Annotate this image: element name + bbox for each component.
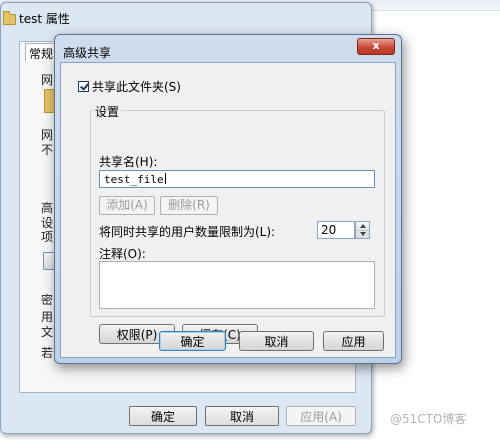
obscured-text: 文 [41,325,54,339]
watermark: @51CTO博客 [390,412,467,426]
apply-button[interactable]: 应用 [323,331,384,351]
add-button[interactable]: 添加(A) [99,196,155,215]
settings-group-label: 设置 [93,103,122,120]
comment-label: 注释(O): [99,247,146,261]
advanced-sharing-dialog: 高级共享 x 共享此文件夹(S) 设置 共享名(H): test_file 添加… [54,34,402,364]
remove-button[interactable]: 删除(R) [160,196,218,215]
spinner-divider [356,230,369,231]
arrow-down-icon[interactable] [360,232,366,236]
user-limit-input[interactable]: 20 [317,221,355,239]
window-title: test 属性 [19,12,70,26]
share-folder-label: 共享此文件夹(S) [92,80,181,94]
text-caret [164,173,166,184]
share-folder-checkbox-row[interactable]: 共享此文件夹(S) [78,78,181,95]
ok-button[interactable]: 确定 [159,331,226,351]
obscured-text: 网 [41,73,54,87]
ok-button[interactable]: 确定 [129,406,197,426]
comment-textarea[interactable] [99,261,375,309]
obscured-text: 若 [41,346,54,360]
close-icon: x [372,39,380,52]
dialog-body: 共享此文件夹(S) 设置 共享名(H): test_file 添加(A) 删除(… [60,62,396,358]
apply-button[interactable]: 应用(A) [286,406,356,426]
obscured-text: 密 [41,293,54,307]
close-button[interactable]: x [357,38,395,55]
share-name-value: test_file [104,173,164,186]
obscured-text: 不 [41,143,54,157]
arrow-up-icon[interactable] [360,224,366,228]
cancel-button[interactable]: 取消 [205,406,279,426]
cancel-button[interactable]: 取消 [239,331,314,351]
user-limit-spinner[interactable] [355,221,370,239]
dialog-title: 高级共享 [63,46,112,60]
user-limit-label: 将同时共享的用户数量限制为(L): [99,225,276,239]
obscured-text: 项 [41,230,54,244]
share-name-label: 共享名(H): [99,155,158,169]
folder-icon [3,11,16,25]
share-folder-checkbox[interactable] [78,81,89,92]
share-name-input[interactable]: test_file [99,170,375,188]
